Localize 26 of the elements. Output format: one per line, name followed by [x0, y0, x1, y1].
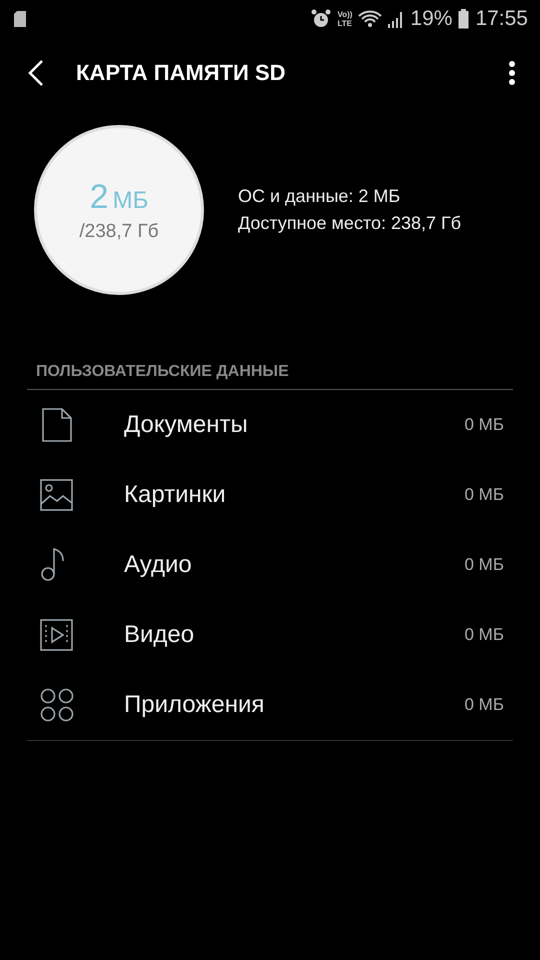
volte-indicator: Vo)) LTE: [337, 10, 352, 28]
wifi-icon: [358, 10, 382, 28]
apps-icon: [40, 688, 74, 722]
video-icon: [40, 618, 74, 652]
alarm-icon: [311, 9, 332, 29]
screen-title: КАРТА ПАМЯТИ SD: [76, 60, 286, 86]
category-row[interactable]: Картинки 0 МБ: [0, 460, 540, 530]
total-capacity: /238,7 Гб: [79, 220, 159, 242]
used-value: 2: [90, 178, 109, 216]
back-button[interactable]: [28, 60, 44, 86]
storage-detail: Доступное место: 238,7 Гб: [238, 213, 462, 234]
signal-icon: [388, 10, 404, 28]
section-header: ПОЛЬЗОВАТЕЛЬСКИЕ ДАННЫЕ: [36, 363, 290, 381]
used-unit: МБ: [112, 186, 148, 214]
more-options-button[interactable]: [508, 60, 516, 86]
category-row[interactable]: Аудио 0 МБ: [0, 530, 540, 600]
image-icon: [40, 478, 74, 512]
sd-card-icon: [14, 11, 26, 27]
battery-percent: 19%: [410, 7, 452, 31]
document-icon: [40, 408, 74, 442]
clock: 17:55: [475, 7, 528, 31]
category-row[interactable]: Видео 0 МБ: [0, 600, 540, 670]
category-row[interactable]: Приложения 0 МБ: [0, 670, 540, 740]
storage-detail: ОС и данные: 2 МБ: [238, 186, 402, 207]
battery-icon: [458, 9, 470, 29]
category-row[interactable]: Документы 0 МБ: [0, 390, 540, 460]
